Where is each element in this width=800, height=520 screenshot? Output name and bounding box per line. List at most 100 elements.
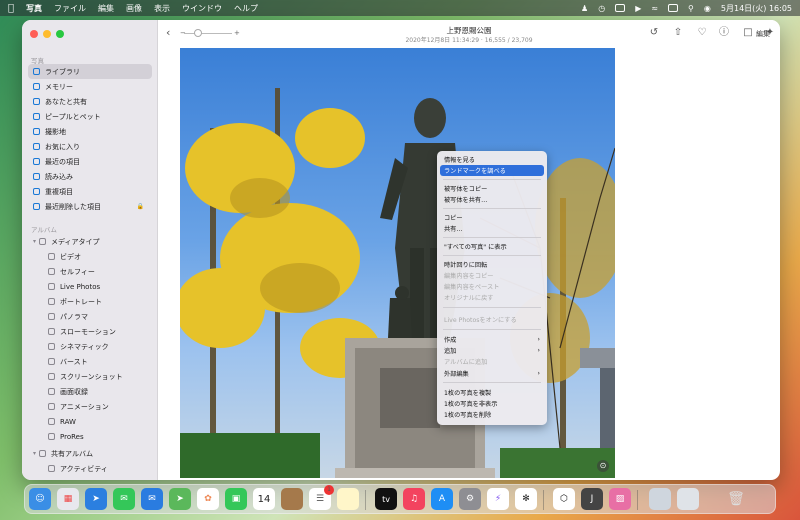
sidebar-item-memories[interactable]: メモリー [28, 79, 152, 94]
menu-item-rotate-clockwise[interactable]: 時計回りに回転 [440, 259, 544, 270]
sidebar-item-screenshots[interactable]: スクリーンショット [28, 369, 152, 384]
sidebar-item-activity[interactable]: アクティビティ [28, 461, 152, 476]
sidebar-item-media-types[interactable]: ▾ メディアタイプ [28, 234, 152, 249]
heart-icon[interactable]: ♡ [696, 27, 708, 39]
sidebar-item-videos[interactable]: ビデオ [28, 249, 152, 264]
reminders-icon[interactable]: ☰ 1 [309, 485, 334, 510]
menu-item-create[interactable]: 作成 › [440, 334, 544, 345]
share-icon[interactable]: ⇧ [672, 27, 684, 39]
screenshot-icon [48, 373, 55, 380]
safari-icon[interactable]: ➤ [85, 488, 107, 510]
sidebar-item-selfies[interactable]: セルフィー [28, 264, 152, 279]
app-store-icon[interactable]: A [431, 488, 453, 510]
play-icon[interactable]: ▶ [635, 4, 641, 13]
photo-subtitle: 2020年12月8日 11:34:29 · 16,555 / 23,709 [405, 37, 533, 44]
menu-item-share-subject[interactable]: 被写体を共有… [440, 194, 544, 205]
menu-separator [443, 208, 541, 209]
folder-stack-icon[interactable] [677, 488, 699, 510]
search-icon[interactable]: ⚲ [688, 4, 694, 13]
chevron-down-icon[interactable]: ▾ [33, 238, 36, 245]
user-icon[interactable]: ♟ [581, 4, 588, 13]
sidebar-item-favorites[interactable]: お気に入り [28, 139, 152, 154]
menu-item-label: 1枚の写真を削除 [444, 412, 492, 419]
rotate-icon[interactable]: ↺ [648, 27, 660, 39]
menu-item-edit-with[interactable]: 外部編集 › [440, 368, 544, 379]
music-icon[interactable]: ♫ [403, 488, 425, 510]
chatgpt-icon[interactable]: ✻ [515, 488, 537, 510]
menu-item-get-info[interactable]: 情報を見る [440, 154, 544, 165]
messages-icon[interactable]: ✉ [113, 488, 135, 510]
maps-icon[interactable]: ➤ [169, 488, 191, 510]
apple-menu-icon[interactable]:  [8, 3, 14, 14]
tv-icon[interactable]: tv [375, 488, 397, 510]
chevron-down-icon[interactable]: ▾ [33, 450, 36, 457]
menubar-clock[interactable]: 5月14日(火) 16:05 [721, 3, 792, 14]
sidebar-item-places[interactable]: 撮影地 [28, 124, 152, 139]
sidebar-item-duplicates[interactable]: 重複項目 [28, 184, 152, 199]
menu-file[interactable]: ファイル [54, 3, 86, 14]
photo-view[interactable]: ⊙ [180, 48, 615, 478]
control-icon[interactable] [668, 4, 679, 12]
menu-image[interactable]: 画像 [126, 3, 142, 14]
sidebar-item-slo-mo[interactable]: スローモーション [28, 324, 152, 339]
sidebar-item-raw[interactable]: RAW [28, 414, 152, 429]
menu-photos[interactable]: 写真 [26, 3, 42, 14]
input-method-icon[interactable] [615, 4, 626, 12]
sidebar-item-screen-recordings[interactable]: 画面収録 [28, 384, 152, 399]
sidebar-item-recently-deleted[interactable]: 最近削除した項目 🔒 [28, 199, 152, 214]
sidebar-item-people[interactable]: ピープルとペット [28, 109, 152, 124]
finder-icon[interactable]: ☺ [29, 488, 51, 510]
menu-item-share[interactable]: 共有… [440, 223, 544, 234]
sidebar-item-live-photos[interactable]: Live Photos [28, 279, 152, 294]
clock-status-icon[interactable]: ◷ [598, 4, 605, 13]
sidebar-item-prores[interactable]: ProRes [28, 429, 152, 444]
menu-window[interactable]: ウインドウ [182, 3, 222, 14]
notes-brown-icon[interactable] [281, 488, 303, 510]
notes-icon[interactable] [337, 488, 359, 510]
menu-edit[interactable]: 編集 [98, 3, 114, 14]
downloads-stack-icon[interactable] [649, 488, 671, 510]
sidebar-item-animated[interactable]: アニメーション [28, 399, 152, 414]
j-app-icon[interactable]: J [581, 488, 603, 510]
menu-item-copy-subject[interactable]: 被写体をコピー [440, 183, 544, 194]
sidebar-item-bursts[interactable]: バースト [28, 354, 152, 369]
sidebar-item-library[interactable]: ライブラリ [28, 64, 152, 79]
sidebar-item-imports[interactable]: 読み込み [28, 169, 152, 184]
sidebar-item-recents[interactable]: 最近の項目 [28, 154, 152, 169]
calendar-icon[interactable]: 14 [253, 488, 275, 510]
menu-help[interactable]: ヘルプ [234, 3, 258, 14]
minimize-button[interactable] [43, 30, 51, 38]
live-photo-badge-icon[interactable]: ⊙ [597, 460, 609, 472]
rotate-rect-icon[interactable]: □ [742, 27, 754, 39]
pink-app-icon[interactable]: ▨ [609, 488, 631, 510]
system-settings-icon[interactable]: ⚙ [459, 488, 481, 510]
hexagon-app-icon[interactable]: ⬡ [553, 488, 575, 510]
menu-item-hide-photo[interactable]: 1枚の写真を非表示 [440, 398, 544, 409]
wifi-icon[interactable]: ≈ [651, 4, 658, 13]
sidebar-item-shared-with-you[interactable]: あなたと共有 [28, 94, 152, 109]
facetime-icon[interactable]: ▣ [225, 488, 247, 510]
sidebar-item-label: あなたと共有 [45, 97, 87, 106]
menu-item-duplicate-photo[interactable]: 1枚の写真を複製 [440, 387, 544, 398]
info-icon[interactable]: ⓘ [718, 27, 730, 39]
menu-item-show-in-all-photos[interactable]: "すべての写真" に表示 [440, 241, 544, 252]
menu-item-look-up-landmark[interactable]: ランドマークを調べる [440, 165, 544, 176]
launchpad-icon[interactable]: ▦ [57, 488, 79, 510]
mail-icon[interactable]: ✉ [141, 488, 163, 510]
sidebar-item-cinematic[interactable]: シネマティック [28, 339, 152, 354]
close-button[interactable] [30, 30, 38, 38]
trash-icon[interactable]: 🗑 [725, 488, 747, 510]
menu-item-delete-photo[interactable]: 1枚の写真を削除 [440, 409, 544, 420]
menu-view[interactable]: 表示 [154, 3, 170, 14]
sidebar-item-panoramas[interactable]: パノラマ [28, 309, 152, 324]
photos-app-icon[interactable]: ✿ [197, 488, 219, 510]
menu-separator [443, 382, 541, 383]
menu-item-copy[interactable]: コピー [440, 212, 544, 223]
menu-item-add-to[interactable]: 追加 › [440, 345, 544, 356]
messenger-icon[interactable]: ⚡ [487, 488, 509, 510]
sidebar-item-shared-albums[interactable]: ▾ 共有アルバム [28, 446, 152, 461]
control-center-icon[interactable]: ◉ [704, 4, 711, 13]
edit-button[interactable]: 編集 [756, 29, 770, 39]
sidebar-item-portrait[interactable]: ポートレート [28, 294, 152, 309]
zoom-button[interactable] [56, 30, 64, 38]
